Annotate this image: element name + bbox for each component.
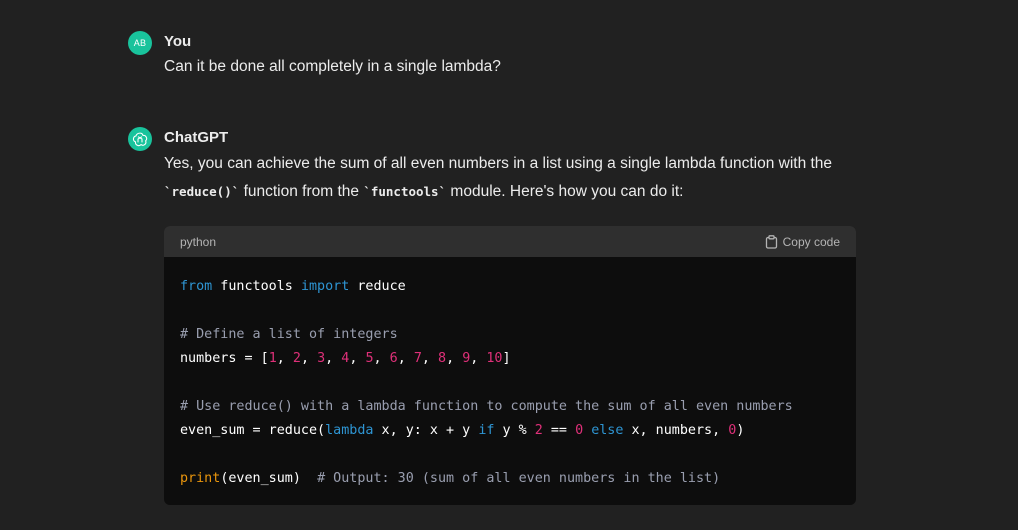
code-number: 2 (292, 351, 301, 366)
user-author-name: You (164, 33, 192, 50)
code-token: , (446, 351, 463, 366)
code-number: 2 (534, 423, 543, 438)
code-keyword: if (478, 423, 495, 438)
code-comment: # Define a list of integers (180, 327, 398, 342)
user-message-text: Can it be done all completely in a singl… (164, 58, 501, 75)
copy-code-button[interactable]: Copy code (765, 235, 840, 249)
code-token: , (325, 351, 342, 366)
code-token: x, numbers, (623, 423, 729, 438)
code-token: ) (736, 423, 745, 438)
assistant-text-segment: function from the (239, 183, 364, 200)
code-keyword: else (591, 423, 624, 438)
code-token: == (542, 423, 576, 438)
user-message: AB You Can it be done all completely in … (128, 31, 858, 81)
code-token: even_sum = reduce( (180, 423, 326, 438)
code-token: ] (502, 351, 511, 366)
code-keyword: lambda (325, 423, 374, 438)
code-token: import (300, 279, 350, 294)
assistant-message: ChatGPT Yes, you can achieve the sum of … (128, 127, 858, 207)
code-token: (even_sum) (220, 471, 318, 486)
code-token: y % (494, 423, 535, 438)
code-line-9: print(even_sum) # Output: 30 (sum of all… (180, 467, 840, 491)
code-token: , (349, 351, 366, 366)
code-number: 5 (365, 351, 374, 366)
user-avatar: AB (128, 31, 152, 55)
assistant-avatar (128, 127, 152, 151)
code-comment: # Output: 30 (sum of all even numbers in… (317, 471, 721, 486)
inline-code-reduce: `reduce()` (164, 184, 240, 199)
code-token: reduce (349, 279, 406, 294)
code-content: from functools import reduce # Define a l… (164, 257, 856, 491)
code-token: x, y: x + y (373, 423, 479, 438)
code-line-4: numbers = [1, 2, 3, 4, 5, 6, 7, 8, 9, 10… (180, 347, 840, 371)
assistant-text-line-1: Yes, you can achieve the sum of all even… (164, 155, 833, 172)
copy-code-label: Copy code (782, 234, 840, 249)
code-line-1: from functools import reduce (180, 275, 840, 299)
code-function: print (180, 471, 221, 486)
code-token: , (421, 351, 438, 366)
openai-logo-icon (132, 132, 148, 147)
code-token: functools (212, 279, 301, 294)
code-token: , (373, 351, 390, 366)
code-line-3: # Define a list of integers (180, 323, 840, 347)
code-block-header: python Copy code (164, 226, 856, 257)
inline-code-functools: `functools` (363, 184, 447, 199)
code-block: python Copy code from functools import r… (164, 226, 856, 505)
code-language-label: python (180, 234, 217, 249)
code-number: 3 (317, 351, 326, 366)
code-number: 1 (268, 351, 277, 366)
code-number: 10 (486, 351, 503, 366)
assistant-author-name: ChatGPT (164, 129, 229, 146)
clipboard-icon (765, 234, 777, 249)
code-comment: # Use reduce() with a lambda function to… (180, 399, 793, 414)
code-token: , (397, 351, 414, 366)
code-number: 0 (575, 423, 584, 438)
code-line-6: # Use reduce() with a lambda function to… (180, 395, 840, 419)
code-token: from (180, 279, 213, 294)
code-number: 6 (389, 351, 398, 366)
code-token: , (300, 351, 318, 366)
code-token: , (470, 351, 487, 366)
assistant-text-segment: module. Here's how you can do it: (446, 183, 684, 200)
code-token: numbers = [ (180, 351, 269, 366)
code-number: 8 (438, 351, 447, 366)
code-line-7: even_sum = reduce(lambda x, y: x + y if … (180, 419, 840, 443)
code-token: , (276, 351, 293, 366)
assistant-text-line-2: `reduce()` function from the `functools`… (164, 178, 683, 206)
code-number: 7 (413, 351, 422, 366)
